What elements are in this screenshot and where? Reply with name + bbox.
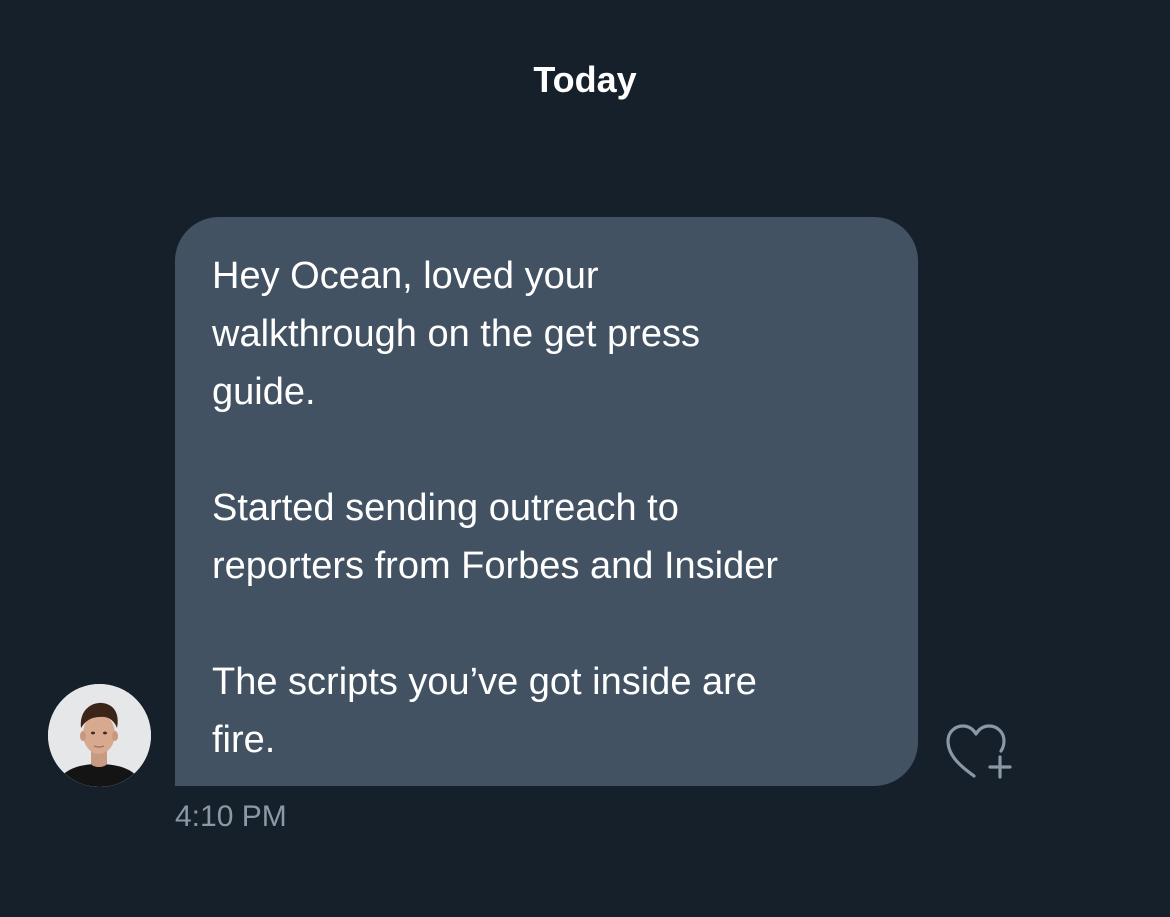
message-line: walkthrough on the get press xyxy=(212,313,700,355)
add-reaction-button[interactable] xyxy=(943,720,1017,782)
message-line: The scripts you’ve got inside are xyxy=(212,661,757,703)
profile-photo xyxy=(48,684,151,787)
sender-avatar[interactable] xyxy=(48,684,151,787)
message-bubble[interactable]: Hey Ocean, loved your walkthrough on the… xyxy=(175,217,918,786)
message-line: Hey Ocean, loved your xyxy=(212,255,599,297)
message-line: reporters from Forbes and Insider xyxy=(212,545,779,587)
message-line: guide. xyxy=(212,371,316,413)
message-line: fire. xyxy=(212,719,276,761)
heart-plus-icon xyxy=(946,724,1012,779)
date-divider: Today xyxy=(533,59,637,100)
message-timestamp: 4:10 PM xyxy=(175,800,287,833)
paragraph-break xyxy=(212,421,888,479)
message-line: Started sending outreach to xyxy=(212,487,679,529)
paragraph-break xyxy=(212,595,888,653)
